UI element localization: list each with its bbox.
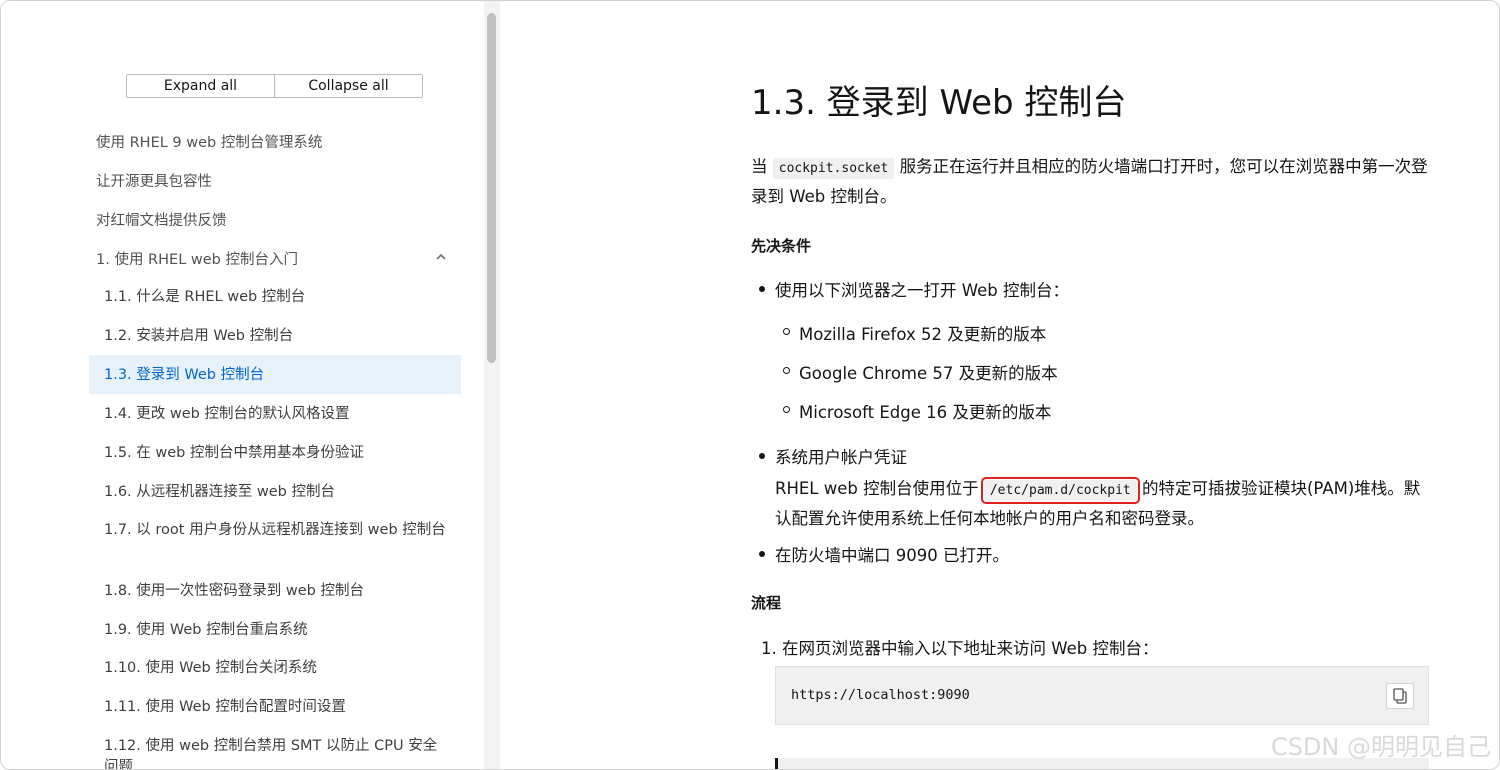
intro-paragraph: 当 cockpit.socket 服务正在运行并且相应的防火墙端口打开时，您可以… <box>751 153 1441 211</box>
collapse-all-button[interactable]: Collapse all <box>275 74 423 98</box>
pam-paragraph: RHEL web 控制台使用位于 /etc/pam.d/cockpit 的特定可… <box>775 475 1435 533</box>
sub-bullet-circle <box>783 328 790 335</box>
page-title: 1.3. 登录到 Web 控制台 <box>751 83 1127 123</box>
prereq-port: 在防火墙中端口 9090 已打开。 <box>775 546 1009 565</box>
toc-sub-1-5[interactable]: 1.5. 在 web 控制台中禁用基本身份验证 <box>104 443 449 464</box>
toc-sub-1-10[interactable]: 1.10. 使用 Web 控制台关闭系统 <box>104 658 449 679</box>
browser-chrome: Google Chrome 57 及更新的版本 <box>799 364 1058 383</box>
toc-sub-1-1[interactable]: 1.1. 什么是 RHEL web 控制台 <box>104 287 449 308</box>
procedure-step-1: 1. 在网页浏览器中输入以下地址来访问 Web 控制台： <box>761 639 1159 658</box>
toc-sub-1-8[interactable]: 1.8. 使用一次性密码登录到 web 控制台 <box>104 581 449 602</box>
bullet-dot <box>759 551 765 557</box>
sub-bullet-circle <box>783 406 790 413</box>
toc-item-feedback[interactable]: 对红帽文档提供反馈 <box>96 209 227 230</box>
watermark: CSDN @明明见自己 <box>1270 733 1491 761</box>
bullet-dot <box>759 453 765 459</box>
procedure-heading: 流程 <box>751 594 782 612</box>
url-code: https://localhost:9090 <box>791 687 970 703</box>
chevron-up-icon[interactable] <box>435 251 447 263</box>
browser-edge: Microsoft Edge 16 及更新的版本 <box>799 403 1052 422</box>
prereq-heading: 先决条件 <box>751 237 812 255</box>
browser-firefox: Mozilla Firefox 52 及更新的版本 <box>799 325 1047 344</box>
toc-item-chapter-1[interactable]: 1. 使用 RHEL web 控制台入门 <box>96 248 298 269</box>
sub-bullet-circle <box>783 367 790 374</box>
toc-sidebar: Expand all Collapse all 使用 RHEL 9 web 控制… <box>1 1 483 769</box>
toc-sub-1-12[interactable]: 1.12. 使用 web 控制台禁用 SMT 以防止 CPU 安全问题 <box>104 736 449 769</box>
prereq-browsers: 使用以下浏览器之一打开 Web 控制台： <box>775 281 1069 300</box>
window-frame: Expand all Collapse all 使用 RHEL 9 web 控制… <box>0 0 1500 770</box>
toc-sub-1-4[interactable]: 1.4. 更改 web 控制台的默认风格设置 <box>104 404 449 425</box>
toc-sub-1-11[interactable]: 1.11. 使用 Web 控制台配置时间设置 <box>104 697 449 718</box>
copy-icon <box>1393 688 1407 704</box>
toc-sub-1-2[interactable]: 1.2. 安装并启用 Web 控制台 <box>104 326 449 347</box>
main-content: 1.3. 登录到 Web 控制台 当 cockpit.socket 服务正在运行… <box>501 1 1499 769</box>
toc-sub-1-9[interactable]: 1.9. 使用 Web 控制台重启系统 <box>104 620 449 641</box>
toc-sub-1-7[interactable]: 1.7. 以 root 用户身份从远程机器连接到 web 控制台 <box>104 520 449 541</box>
pam-cockpit-code: /etc/pam.d/cockpit <box>980 477 1140 504</box>
intro-prefix: 当 <box>751 157 768 176</box>
toc-sub-1-3[interactable]: 1.3. 登录到 Web 控制台 <box>104 365 449 386</box>
url-code-block: https://localhost:9090 <box>775 666 1429 725</box>
bullet-dot <box>759 286 765 292</box>
prereq-credentials: 系统用户帐户凭证 <box>775 448 907 467</box>
copy-button[interactable] <box>1386 683 1414 709</box>
toc-sub-1-6[interactable]: 1.6. 从远程机器连接至 web 控制台 <box>104 482 449 503</box>
sidebar-scrollbar-thumb[interactable] <box>487 13 496 363</box>
pam-prefix: RHEL web 控制台使用位于 <box>775 479 979 498</box>
cockpit-socket-code: cockpit.socket <box>772 158 895 179</box>
expand-collapse-group: Expand all Collapse all <box>126 74 423 98</box>
toc-item-manage-system[interactable]: 使用 RHEL 9 web 控制台管理系统 <box>96 131 322 152</box>
toc-item-inclusive[interactable]: 让开源更具包容性 <box>96 170 212 191</box>
expand-all-button[interactable]: Expand all <box>126 74 275 98</box>
